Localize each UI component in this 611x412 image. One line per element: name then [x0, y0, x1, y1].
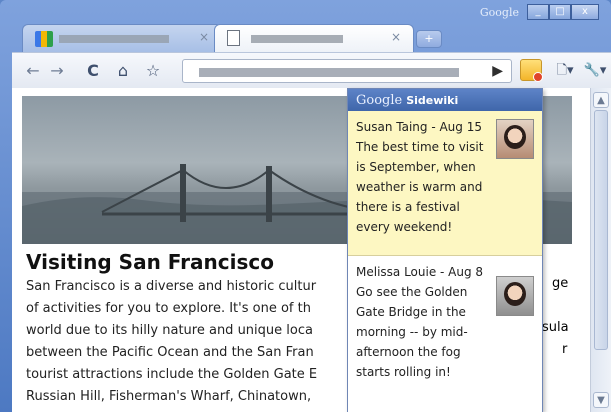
- page-heading: Visiting San Francisco: [26, 250, 274, 274]
- sidewiki-brand: Google: [356, 92, 403, 108]
- text-fragment: sula: [542, 320, 569, 335]
- notification-dot-icon: [533, 72, 543, 82]
- scroll-thumb[interactable]: [594, 110, 608, 350]
- tab-close-icon[interactable]: ×: [391, 30, 401, 44]
- scroll-up-icon[interactable]: ▲: [593, 92, 609, 108]
- sidewiki-title: Sidewiki: [406, 93, 459, 107]
- tab-close-icon[interactable]: ×: [199, 30, 209, 44]
- tab-title-redacted: [251, 35, 343, 43]
- go-icon[interactable]: ▶: [492, 63, 503, 79]
- scroll-down-icon[interactable]: ▼: [593, 392, 609, 408]
- entry-author: Melissa Louie - Aug 8: [356, 265, 484, 279]
- maximize-button[interactable]: □: [549, 4, 571, 20]
- address-text-redacted: [199, 68, 459, 77]
- text-fragment: r: [562, 342, 568, 357]
- window-controls: _ □ x: [527, 4, 599, 20]
- page-icon: [227, 30, 240, 46]
- home-button[interactable]: ⌂: [112, 60, 134, 82]
- tab-title-redacted: [59, 35, 169, 43]
- sidewiki-entry[interactable]: Susan Taing - Aug 15 The best time to vi…: [348, 111, 542, 256]
- tab-active[interactable]: ×: [214, 24, 414, 52]
- text-fragment: ge: [552, 276, 569, 291]
- page-menu-button[interactable]: 🗋▾: [552, 60, 578, 82]
- entry-author: Susan Taing - Aug 15: [356, 120, 482, 134]
- toolbar: ← → C ⌂ ☆ ▶ 🗋▾ 🔧▾: [12, 52, 611, 88]
- entry-comment: The best time to visit is September, whe…: [356, 140, 484, 234]
- tab-google[interactable]: ×: [22, 24, 222, 52]
- sidewiki-entry[interactable]: Melissa Louie - Aug 8 Go see the Golden …: [348, 256, 542, 412]
- back-button[interactable]: ←: [22, 60, 44, 82]
- vertical-scrollbar[interactable]: ▲ ▼: [590, 88, 611, 412]
- close-button[interactable]: x: [571, 4, 599, 20]
- bookmark-star-icon[interactable]: ☆: [142, 60, 164, 82]
- wrench-menu-button[interactable]: 🔧▾: [582, 60, 608, 82]
- address-bar[interactable]: ▶: [182, 59, 512, 83]
- avatar: [496, 276, 534, 316]
- minimize-button[interactable]: _: [527, 4, 549, 20]
- sidewiki-header: Google Sidewiki: [348, 89, 542, 111]
- avatar: [496, 119, 534, 159]
- google-favicon-icon: [35, 31, 53, 47]
- forward-button[interactable]: →: [46, 60, 68, 82]
- window-brand: Google: [479, 6, 519, 19]
- sidewiki-panel: Google Sidewiki Susan Taing - Aug 15 The…: [347, 88, 543, 412]
- entry-comment: Go see the Golden Gate Bridge in the mor…: [356, 285, 468, 379]
- reload-button[interactable]: C: [82, 60, 104, 82]
- new-tab-button[interactable]: +: [416, 30, 442, 48]
- sidewiki-button[interactable]: [520, 59, 543, 82]
